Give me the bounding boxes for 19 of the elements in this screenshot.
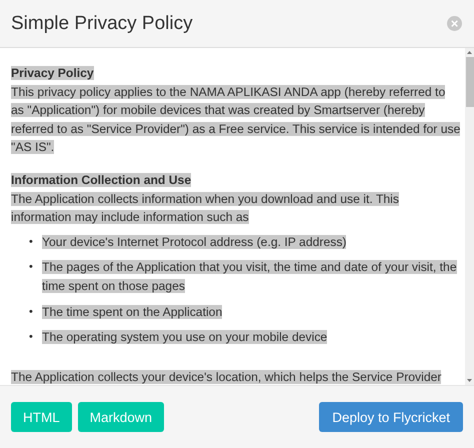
list-item: The time spent on the Application <box>42 304 224 321</box>
close-icon[interactable]: × <box>447 16 462 31</box>
bullet: • <box>29 330 34 346</box>
section-heading: Information Collection and Use <box>11 172 192 189</box>
policy-paragraph: The Application collects information when you download and use it. This information may include information such as <box>11 190 400 226</box>
policy-paragraph: The Application collects your device's location, which helps the Service Provider <box>11 368 442 385</box>
list-item: The operating system you use on your mobile device <box>42 329 328 346</box>
section-heading: Privacy Policy <box>11 65 95 82</box>
dialog-title: Simple Privacy Policy <box>11 12 193 34</box>
deploy-button[interactable]: Deploy to Flycricket <box>319 402 463 432</box>
policy-paragraph: This privacy policy applies to the NAMA APLIKASI ANDA app (hereby referred to as "Application") for mobile devices that was created by Smartserver (hereby referred to as "Service Provider") as a Free service. This service is intended for use "AS IS". <box>11 84 461 156</box>
bullet: • <box>29 234 34 250</box>
bullet: • <box>29 260 34 276</box>
list-item: The pages of the Application that you visit, the time and date of your visit, the time spent on those pages <box>42 259 458 295</box>
export-button[interactable]: Markdown <box>78 402 164 432</box>
list-item: Your device's Internet Protocol address (e.g. IP address) <box>42 234 348 251</box>
bullet: • <box>29 304 34 320</box>
scrollbar-thumb[interactable] <box>466 57 474 107</box>
export-button[interactable]: HTML <box>11 402 72 432</box>
